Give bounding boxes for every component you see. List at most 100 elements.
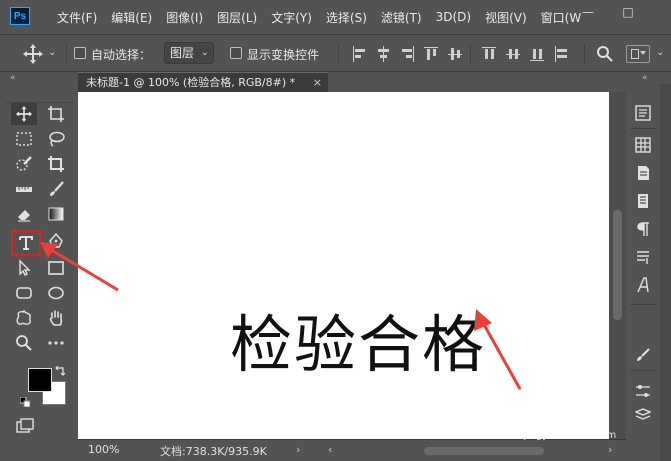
photoshop-logo[interactable]: Ps — [10, 7, 30, 25]
swatches-panel-button[interactable] — [634, 136, 652, 154]
quick-selection-tool-button[interactable] — [11, 153, 37, 175]
chevron-down-icon[interactable]: ⌄ — [656, 47, 664, 58]
align-right-icon[interactable] — [400, 46, 414, 62]
workspace-switcher-button[interactable] — [626, 45, 650, 63]
show-transform-label: 显示变换控件 — [247, 48, 320, 62]
menu-3d[interactable]: 3D(D) — [429, 10, 478, 24]
menu-view[interactable]: 视图(V) — [478, 9, 534, 26]
menu-filter[interactable]: 滤镜(T) — [374, 9, 429, 26]
auto-select-dropdown[interactable]: 图层 ⌄ — [164, 42, 214, 64]
annotation-arrow-text — [474, 309, 522, 390]
menu-file[interactable]: 文件(F) — [50, 9, 104, 26]
zoom-level[interactable]: 100% — [88, 443, 119, 456]
more-icon — [48, 341, 64, 345]
rounded-rectangle-tool-button[interactable] — [11, 282, 37, 304]
history-panel-button[interactable] — [634, 104, 652, 122]
distribute-bottom-icon[interactable] — [530, 46, 544, 62]
gradient-icon — [48, 207, 64, 221]
panels-collapse-icon[interactable]: « — [642, 72, 648, 84]
tools-collapse-icon[interactable]: « — [10, 72, 16, 84]
grid-icon — [635, 137, 651, 153]
menu-edit[interactable]: 编辑(E) — [104, 9, 159, 26]
menu-items: 文件(F) 编辑(E) 图像(I) 图层(L) 文字(Y) 选择(S) 滤镜(T… — [50, 0, 588, 34]
watermark-url: jingyan.baidu.com — [524, 430, 617, 441]
minimize-button[interactable]: — — [570, 0, 606, 24]
hand-icon — [49, 310, 63, 326]
horizontal-scrollbar-thumb[interactable] — [424, 447, 544, 455]
menu-image[interactable]: 图像(I) — [159, 9, 210, 26]
path-selection-icon — [19, 259, 31, 276]
brush-icon — [637, 348, 650, 361]
align-center-icon[interactable] — [376, 46, 390, 62]
menu-select[interactable]: 选择(S) — [319, 9, 374, 26]
libraries-panel-button[interactable] — [634, 164, 652, 182]
distribute-top-icon[interactable] — [482, 46, 496, 62]
custom-shape-tool-button[interactable] — [11, 307, 37, 329]
brush-tool-button[interactable] — [43, 178, 69, 200]
divider — [630, 304, 656, 305]
divider — [338, 44, 339, 64]
lasso-tool-button[interactable] — [43, 128, 69, 150]
brushes-panel-button[interactable] — [634, 346, 652, 364]
quick-selection-icon — [16, 156, 32, 171]
show-transform-checkbox[interactable] — [230, 47, 242, 59]
ruler-tool-button[interactable] — [11, 178, 37, 200]
hand-tool-button[interactable] — [43, 307, 69, 329]
rectangular-marquee-icon — [16, 132, 32, 146]
gradient-tool-button[interactable] — [43, 203, 69, 225]
eraser-tool-button[interactable] — [11, 203, 37, 225]
close-icon[interactable]: × — [313, 73, 322, 92]
align-left-icon[interactable] — [352, 46, 366, 62]
menu-type[interactable]: 文字(Y) — [264, 9, 319, 26]
auto-select-value: 图层 — [170, 46, 195, 60]
align-middle-icon[interactable] — [448, 46, 462, 62]
default-colors-icon[interactable] — [20, 397, 30, 407]
zoom-tool-button[interactable] — [11, 332, 37, 354]
foreground-color-swatch[interactable] — [28, 368, 52, 392]
document-size-info: 文档:738.3K/935.9K — [160, 445, 267, 458]
glyphs-panel-button[interactable] — [634, 276, 652, 294]
menu-layer[interactable]: 图层(L) — [210, 9, 264, 26]
artboard-tool-button[interactable] — [43, 103, 69, 125]
dropdown-chevron-icon: ⌄ — [200, 47, 209, 58]
options-bar: ⌄ 自动选择： 图层 ⌄ 显示变换控件 ⌄ — [0, 34, 671, 72]
divider — [584, 44, 585, 64]
custom-shape-icon — [16, 309, 31, 325]
tool-panel-grip[interactable] — [6, 95, 74, 103]
menu-bar: Ps 文件(F) 编辑(E) 图像(I) 图层(L) 文字(Y) 选择(S) 滤… — [0, 0, 671, 34]
move-tool-button[interactable] — [11, 103, 37, 125]
history-icon — [635, 105, 651, 121]
character-styles-panel-button[interactable] — [634, 248, 652, 266]
align-top-icon[interactable] — [424, 46, 438, 62]
eraser-icon — [18, 210, 30, 222]
lasso-icon — [49, 131, 65, 147]
maximize-button[interactable]: □ — [610, 0, 646, 24]
search-icon[interactable] — [596, 45, 614, 63]
crop-icon — [48, 156, 64, 172]
vertical-scrollbar-thumb[interactable] — [613, 210, 622, 320]
brush-icon — [50, 181, 64, 196]
character-panel-button[interactable] — [634, 192, 652, 210]
crop-tool-button[interactable] — [43, 153, 69, 175]
distribute-left-icon[interactable] — [554, 46, 568, 62]
move-tool-icon[interactable] — [22, 43, 44, 65]
scroll-left-icon[interactable]: ‹ — [328, 443, 332, 456]
canvas-text-layer[interactable]: 检验合格 — [78, 314, 638, 376]
status-menu-chevron-icon[interactable]: › — [296, 443, 300, 456]
tool-preset-chevron-icon[interactable]: ⌄ — [48, 47, 56, 58]
annotation-arrow-tool — [40, 242, 119, 292]
swap-colors-icon[interactable] — [54, 365, 66, 377]
distribute-middle-icon[interactable] — [506, 46, 520, 62]
vertical-scrollbar[interactable] — [609, 92, 626, 439]
paragraph-icon — [637, 222, 649, 236]
document-tab[interactable]: 未标题-1 @ 100% (检验合格, RGB/8#) * × — [78, 72, 328, 92]
screen-mode-icon[interactable] — [16, 418, 34, 434]
auto-select-checkbox[interactable] — [74, 47, 86, 59]
marquee-tool-button[interactable] — [11, 128, 37, 150]
paragraph-panel-button[interactable] — [634, 220, 652, 238]
more-tools-button[interactable] — [43, 332, 69, 354]
path-selection-tool-button[interactable] — [11, 257, 37, 279]
glyphs-icon — [637, 277, 649, 293]
divider — [66, 44, 67, 64]
watermark-title: Bai经验 — [520, 404, 604, 429]
